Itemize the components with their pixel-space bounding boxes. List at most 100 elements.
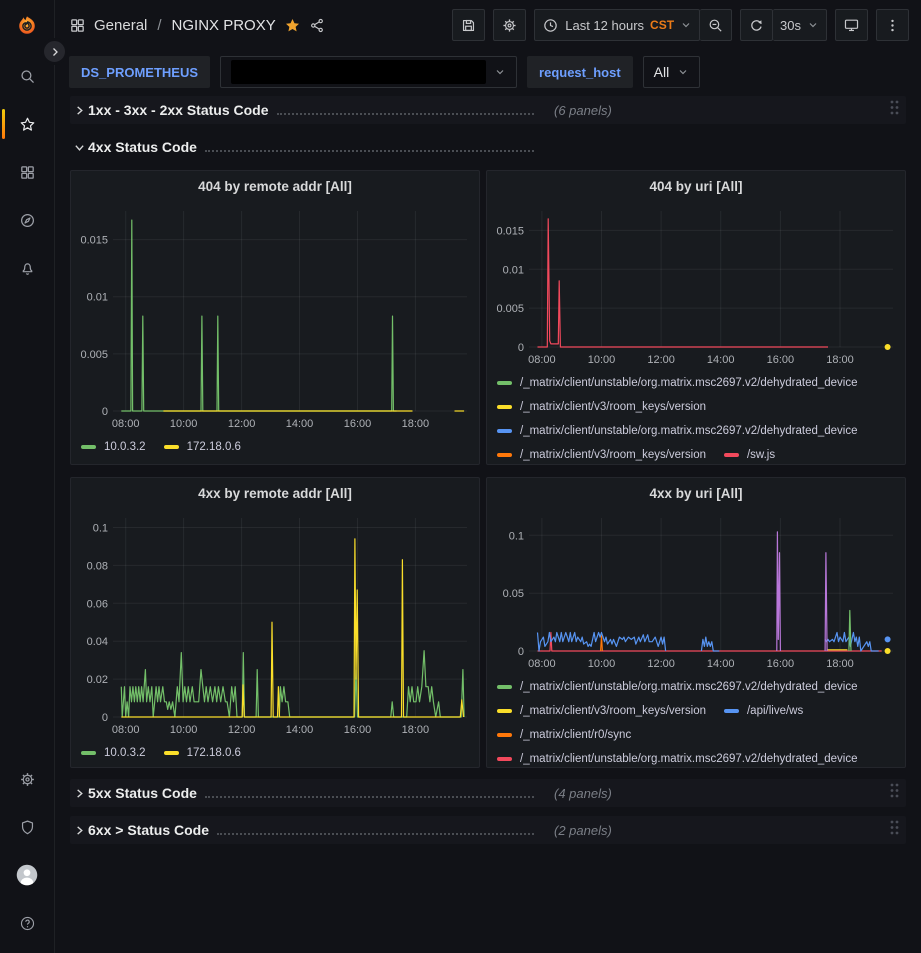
save-icon (460, 17, 477, 34)
refresh-interval-value: 30s (780, 18, 801, 33)
svg-text:18:00: 18:00 (402, 724, 430, 736)
variables-bar: DS_PROMETHEUS request_host All (55, 50, 921, 94)
legend-item[interactable]: /_matrix/client/unstable/org.matrix.msc2… (497, 747, 858, 767)
legend-item[interactable]: /_matrix/client/unstable/org.matrix.msc2… (497, 675, 858, 699)
dashboards-icon (19, 164, 36, 181)
panel-title[interactable]: 404 by remote addr [All] (71, 171, 479, 201)
save-dashboard-button[interactable] (452, 9, 485, 41)
svg-text:10:00: 10:00 (170, 418, 198, 430)
dashboard-row-5xx[interactable]: 5xx Status Code (4 panels) (70, 779, 906, 807)
sidebar-item-server-admin[interactable] (0, 803, 54, 851)
svg-text:18:00: 18:00 (826, 658, 854, 670)
row-drag-handle[interactable] (889, 819, 900, 841)
svg-text:18:00: 18:00 (402, 418, 430, 430)
legend-swatch (497, 429, 512, 433)
breadcrumb-section[interactable]: General (94, 17, 147, 34)
legend-item[interactable]: /_matrix/client/v3/room_keys/version (497, 395, 706, 419)
chevron-down-icon (807, 19, 819, 31)
chevron-down-icon (74, 142, 85, 153)
avatar (16, 864, 38, 886)
legend-item[interactable]: 172.18.0.6 (164, 741, 241, 765)
svg-text:0.05: 0.05 (503, 588, 524, 600)
sidebar-item-starred[interactable] (0, 100, 54, 148)
legend-item[interactable]: /_matrix/client/unstable/org.matrix.msc2… (497, 419, 858, 443)
zoom-out-time-button[interactable] (700, 9, 732, 41)
row-dotted-leader (217, 833, 534, 835)
breadcrumb: General / NGINX PROXY (69, 17, 326, 34)
svg-text:18:00: 18:00 (826, 354, 854, 366)
legend-swatch (164, 751, 179, 755)
shield-icon (19, 819, 36, 836)
drag-handle-icon (889, 819, 900, 836)
legend-item[interactable]: /_matrix/client/unstable/org.matrix.msc2… (497, 371, 858, 395)
sidebar-item-explore[interactable] (0, 196, 54, 244)
panel-title[interactable]: 404 by uri [All] (487, 171, 905, 201)
legend-item[interactable]: 172.18.0.6 (164, 435, 241, 459)
timeseries-chart[interactable]: 00.0050.010.01508:0010:0012:0014:0016:00… (71, 201, 479, 433)
refresh-button[interactable] (740, 9, 773, 41)
legend-item[interactable]: /_matrix/client/v3/room_keys/version (497, 443, 706, 464)
legend-item[interactable]: 10.0.3.2 (81, 741, 146, 765)
sidebar-item-profile[interactable] (0, 851, 54, 899)
time-range-label: Last 12 hours (565, 18, 644, 33)
panel-title[interactable]: 4xx by remote addr [All] (71, 478, 479, 508)
legend-item[interactable]: /sw.js (724, 443, 775, 464)
cycle-view-mode-button[interactable] (835, 9, 868, 41)
legend-item[interactable]: /_matrix/client/v3/room_keys/version (497, 699, 706, 723)
sidebar-expand-button[interactable] (41, 38, 68, 65)
panel-4xx-by-remote-addr: 4xx by remote addr [All] 00.020.040.060.… (70, 477, 480, 768)
dashboard-row-1xx-3xx-2xx[interactable]: 1xx - 3xx - 2xx Status Code (6 panels) (70, 96, 906, 124)
svg-text:12:00: 12:00 (228, 724, 256, 736)
svg-text:0.1: 0.1 (509, 530, 524, 542)
time-range-picker[interactable]: Last 12 hours CST (534, 9, 700, 41)
legend-item[interactable]: /_matrix/client/r0/sync (497, 723, 631, 747)
row-drag-handle[interactable] (889, 99, 900, 121)
svg-text:0: 0 (102, 406, 108, 418)
svg-text:0: 0 (102, 712, 108, 724)
kebab-menu-icon (884, 17, 901, 34)
variable-dropdown-ds-prometheus[interactable] (220, 56, 517, 88)
variable-label-ds-prometheus: DS_PROMETHEUS (69, 56, 210, 88)
search-icon (19, 68, 36, 85)
sidebar-item-configuration[interactable] (0, 755, 54, 803)
more-options-button[interactable] (876, 9, 909, 41)
legend-swatch (81, 445, 96, 449)
row-drag-handle[interactable] (889, 782, 900, 804)
panel-404-by-remote-addr: 404 by remote addr [All] 00.0050.010.015… (70, 170, 480, 465)
dashboard-body: 1xx - 3xx - 2xx Status Code (6 panels) 4… (55, 94, 921, 953)
svg-text:10:00: 10:00 (588, 354, 616, 366)
legend-swatch (164, 445, 179, 449)
refresh-interval-dropdown[interactable]: 30s (773, 9, 827, 41)
dashboard-header: General / NGINX PROXY (55, 0, 921, 50)
svg-text:0: 0 (518, 342, 524, 354)
timeseries-chart[interactable]: 00.050.108:0010:0012:0014:0016:0018:00 (487, 508, 905, 673)
grafana-app: General / NGINX PROXY (0, 0, 921, 953)
sidebar-item-alerting[interactable] (0, 244, 54, 292)
clock-icon (542, 17, 559, 34)
dashboard-settings-button[interactable] (493, 9, 526, 41)
svg-text:0.01: 0.01 (87, 292, 108, 304)
variable-dropdown-request-host[interactable]: All (643, 56, 701, 88)
row-dotted-leader (205, 150, 534, 152)
svg-text:0.08: 0.08 (87, 560, 108, 572)
favorite-star-icon[interactable] (284, 17, 301, 34)
legend-swatch (497, 685, 512, 689)
dashboard-row-6xx[interactable]: 6xx > Status Code (2 panels) (70, 816, 906, 844)
sidebar-item-dashboards[interactable] (0, 148, 54, 196)
svg-text:08:00: 08:00 (528, 354, 556, 366)
legend-swatch (497, 757, 512, 761)
star-icon (19, 116, 36, 133)
timeseries-chart[interactable]: 00.020.040.060.080.108:0010:0012:0014:00… (71, 508, 479, 739)
share-icon[interactable] (309, 17, 326, 34)
sidebar-item-help[interactable] (0, 899, 54, 947)
row-title: 4xx Status Code (88, 139, 197, 155)
dashboard-title[interactable]: NGINX PROXY (172, 17, 276, 34)
svg-text:0.015: 0.015 (80, 235, 108, 247)
help-icon (19, 915, 36, 932)
panel-title[interactable]: 4xx by uri [All] (487, 478, 905, 508)
timeseries-chart[interactable]: 00.0050.010.01508:0010:0012:0014:0016:00… (487, 201, 905, 369)
dashboard-row-4xx[interactable]: 4xx Status Code (70, 133, 906, 161)
legend-item[interactable]: 10.0.3.2 (81, 435, 146, 459)
legend-item[interactable]: /api/live/ws (724, 699, 803, 723)
redacted-value (231, 60, 486, 84)
